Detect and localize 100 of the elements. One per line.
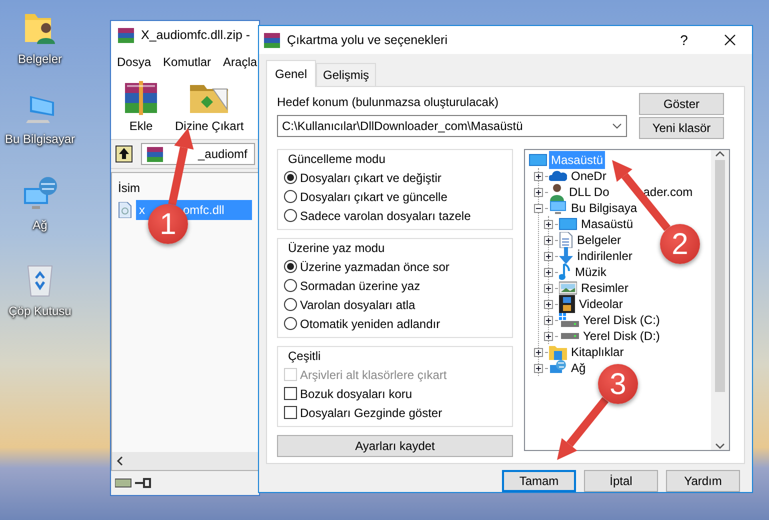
expand-toggle[interactable]	[534, 348, 543, 356]
plus-icon	[545, 284, 552, 292]
group-title: Üzerine yaz modu	[286, 239, 387, 257]
expand-toggle[interactable]	[534, 204, 543, 212]
monitor-icon	[559, 217, 577, 231]
checkbox[interactable]	[284, 406, 297, 419]
dialog-button[interactable]: Göster	[639, 93, 724, 115]
plus-icon	[545, 300, 552, 308]
radio-button[interactable]	[284, 209, 297, 222]
expand-toggle[interactable]	[544, 268, 553, 276]
tree-item[interactable]: İndirilenler	[575, 247, 634, 265]
help-button[interactable]: ?	[666, 30, 702, 50]
radio-button[interactable]	[284, 171, 297, 184]
expand-toggle[interactable]	[544, 300, 553, 308]
tree-item[interactable]: OneDr	[569, 167, 608, 185]
plus-icon	[535, 172, 542, 180]
tree-item[interactable]: DLL Do	[567, 183, 612, 201]
document-icon	[559, 232, 573, 248]
radio-button[interactable]	[284, 279, 297, 292]
radio-button[interactable]	[284, 260, 297, 273]
chevron-down-icon	[612, 123, 622, 129]
network-icon	[22, 176, 58, 212]
cloud-icon	[549, 170, 567, 182]
tree-item[interactable]: Kitaplıklar	[569, 343, 626, 361]
scrollbar-thumb[interactable]	[715, 160, 725, 392]
expand-toggle[interactable]	[544, 332, 553, 340]
callout-arrow	[557, 397, 609, 460]
drive-icon	[559, 332, 579, 340]
checkbox[interactable]	[284, 387, 297, 400]
dialog-button[interactable]: Tamam	[502, 470, 576, 492]
toolbar-button[interactable]: Ekle	[121, 79, 161, 135]
menu-item[interactable]: Araçla	[223, 53, 258, 71]
dialog-button[interactable]: İptal	[584, 470, 658, 492]
checkbox-label[interactable]: Dosyaları Gezginde göster	[300, 404, 442, 422]
folder-icon	[549, 344, 567, 360]
radio-label[interactable]: Otomatik yeniden adlandır	[300, 314, 440, 332]
plus-icon	[535, 364, 542, 372]
radio-label[interactable]: Dosyaları çıkart ve güncelle	[300, 188, 448, 206]
tree-item[interactable]: Resimler	[579, 279, 630, 297]
tree-item[interactable]: Yerel Disk (C:)	[581, 311, 662, 329]
menu-item[interactable]: Dosya	[117, 53, 152, 71]
tab[interactable]: Genel	[266, 60, 316, 87]
tree-item[interactable]: Belgeler	[575, 231, 624, 249]
plus-icon	[545, 236, 552, 244]
tab[interactable]: Gelişmiş	[316, 63, 376, 86]
radio-button[interactable]	[284, 317, 297, 330]
music-note-icon	[559, 263, 571, 281]
books-icon	[146, 146, 164, 162]
file-icon	[118, 202, 132, 218]
expand-toggle[interactable]	[544, 252, 553, 260]
expand-toggle[interactable]	[534, 172, 543, 180]
expand-toggle[interactable]	[544, 236, 553, 244]
tree-item[interactable]: Müzik	[573, 263, 608, 281]
dialog-button[interactable]: Yeni klasör	[639, 117, 724, 139]
person-icon	[549, 183, 565, 201]
toolbar-button[interactable]: Dizine Çıkart	[175, 79, 244, 135]
column-header[interactable]: İsim	[112, 173, 258, 200]
scroll-left-icon	[116, 456, 124, 466]
radio-label[interactable]: Üzerine yazmadan önce sor	[300, 258, 450, 276]
close-icon	[724, 34, 736, 46]
radio-label[interactable]: Varolan dosyaları atla	[300, 296, 416, 314]
tree-item[interactable]: Videolar	[577, 295, 625, 313]
save-settings-button[interactable]: Ayarları kaydet	[277, 435, 513, 457]
expand-toggle[interactable]	[544, 284, 553, 292]
scroll-down-icon	[715, 442, 725, 450]
expand-toggle[interactable]	[544, 220, 553, 228]
plus-icon	[545, 332, 552, 340]
drive-icon	[115, 477, 133, 489]
plus-icon	[545, 316, 552, 324]
expand-toggle[interactable]	[534, 364, 543, 372]
dialog-title: Çıkartma yolu ve seçenekleri	[287, 32, 448, 49]
key-icon	[135, 478, 151, 488]
tree-item[interactable]: Ağ	[569, 359, 588, 377]
plus-icon	[545, 252, 552, 260]
radio-label[interactable]: Sormadan üzerine yaz	[300, 276, 420, 294]
tree-item[interactable]: Bu Bilgisaya	[569, 199, 640, 217]
film-icon	[559, 295, 575, 313]
plus-icon	[545, 268, 552, 276]
window-title: X_audiomfc.dll.zip -	[141, 26, 250, 44]
tree-item[interactable]: Masaüstü	[579, 215, 636, 233]
radio-button[interactable]	[284, 298, 297, 311]
tree-item-text: ader.com	[643, 184, 693, 201]
expand-toggle[interactable]	[544, 316, 553, 324]
tree-item[interactable]: Yerel Disk (D:)	[581, 327, 662, 345]
checkbox-label[interactable]: Bozuk dosyaları koru	[300, 384, 412, 402]
radio-label[interactable]: Sadece varolan dosyaları tazele	[300, 206, 471, 224]
computer-icon	[549, 201, 567, 215]
monitor-icon	[529, 153, 547, 167]
destination-dropdown[interactable]: C:\Kullanıcılar\DllDownloader_com\Masaüstü	[277, 115, 627, 137]
radio-button[interactable]	[284, 190, 297, 203]
plus-icon	[535, 348, 542, 356]
expand-toggle[interactable]	[534, 188, 543, 196]
network-icon	[549, 360, 567, 376]
dialog-button[interactable]: Yardım	[666, 470, 740, 492]
books-icon	[263, 32, 281, 48]
address-field[interactable]: _audiomf	[141, 143, 255, 165]
drive-icon	[559, 313, 579, 327]
radio-label[interactable]: Dosyaları çıkart ve değiştir	[300, 168, 442, 186]
download-icon	[559, 247, 573, 265]
menu-item[interactable]: Komutlar	[163, 53, 212, 71]
